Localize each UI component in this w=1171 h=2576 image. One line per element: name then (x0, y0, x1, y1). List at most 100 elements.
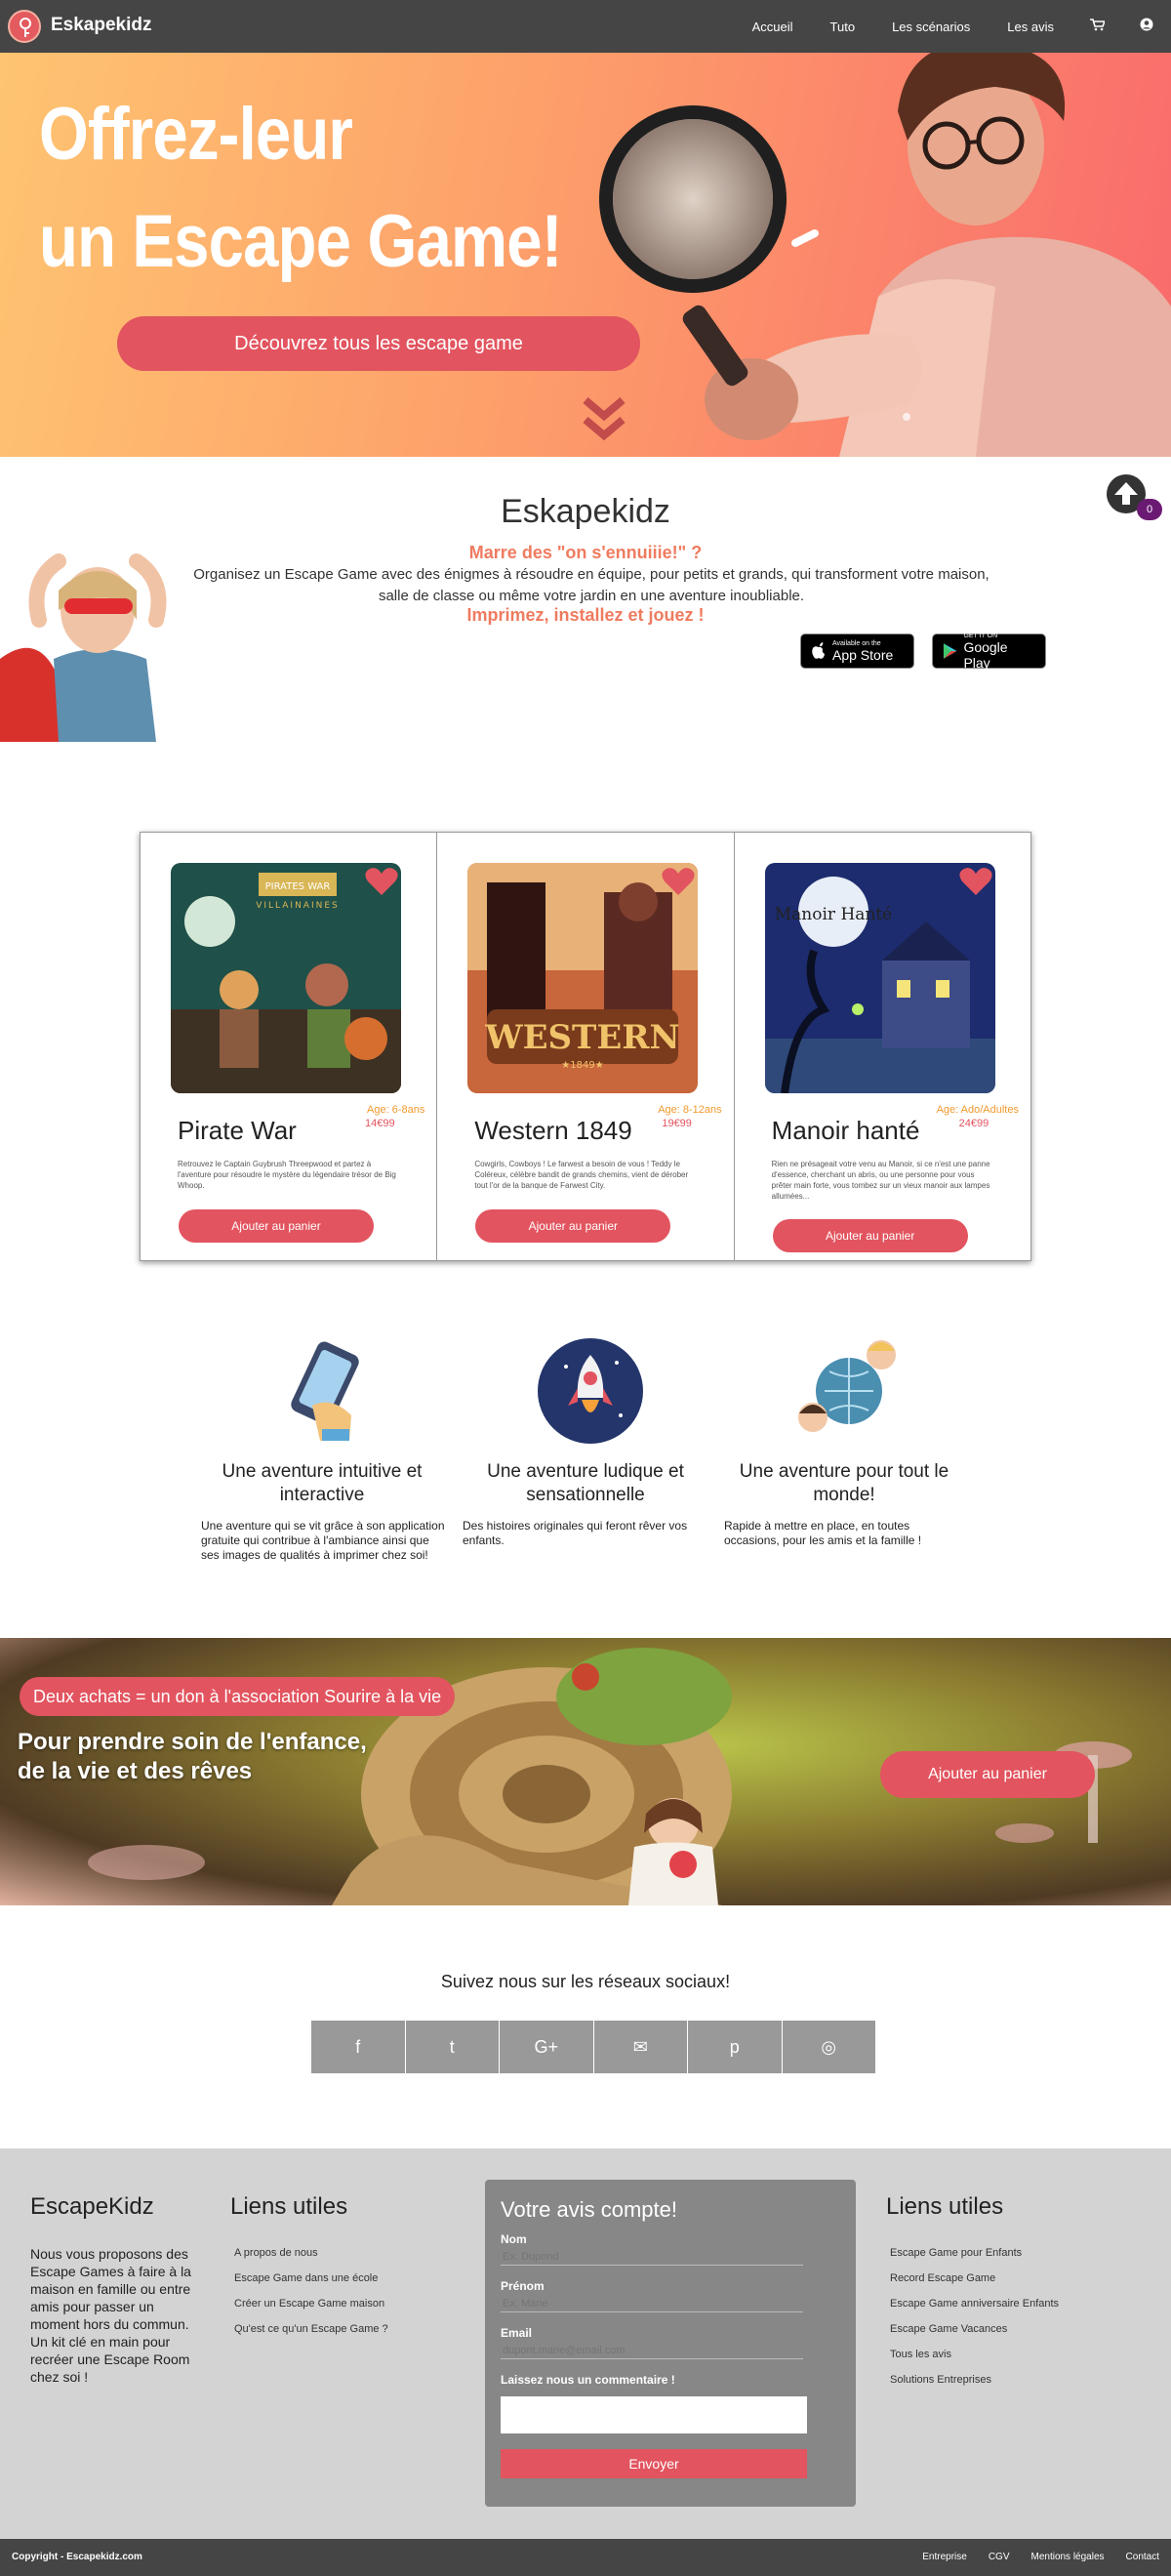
product-age: Age: 6-8ans (367, 1104, 425, 1116)
email-input[interactable] (501, 2342, 803, 2359)
footer-link[interactable]: A propos de nous (234, 2240, 388, 2266)
hero-banner: Offrez-leur un Escape Game! Découvrez to… (0, 53, 1171, 457)
bottom-link-entreprise[interactable]: Entreprise (901, 2552, 967, 2562)
favorite-heart-icon[interactable] (365, 867, 398, 896)
footer-link[interactable]: Créer un Escape Game maison (234, 2291, 388, 2316)
name-input[interactable] (501, 2248, 803, 2266)
app-store-button[interactable]: Available on the App Store (800, 634, 914, 669)
intro-title: Eskapekidz (501, 493, 670, 530)
charity-headline: Pour prendre soin de l'enfance, de la vi… (18, 1728, 367, 1786)
feature-title: Une aventure intuitive et interactive (222, 1461, 423, 1505)
nav-item-accueil[interactable]: Accueil (734, 20, 812, 34)
social-title: Suivez nous sur les réseaux sociaux! (440, 1972, 731, 1991)
review-form: Votre avis compte! Nom Prénom Email Lais… (485, 2180, 856, 2507)
cart-icon[interactable] (1072, 18, 1122, 35)
product-title[interactable]: Western 1849 (474, 1116, 631, 1146)
favorite-heart-icon[interactable] (959, 867, 992, 896)
add-to-cart-button[interactable]: Ajouter au panier (772, 1219, 968, 1252)
app-store-label: App Store (832, 646, 894, 663)
nav-item-avis[interactable]: Les avis (989, 20, 1072, 34)
facebook-icon[interactable]: f (311, 2021, 406, 2073)
pirate-war-image-title: PIRATES WAR (265, 881, 331, 892)
email-icon[interactable]: ✉ (593, 2021, 688, 2073)
comment-textarea[interactable] (501, 2396, 807, 2433)
google-plus-icon[interactable]: G+ (500, 2021, 594, 2073)
product-card-manoir-hante: Manoir Hanté Manoir hanté Age: Ado/Adult… (734, 833, 1030, 1260)
pinterest-icon[interactable]: p (688, 2021, 783, 2073)
intro-call: Imprimez, installez et jouez ! (466, 605, 705, 625)
product-card-pirate-war: PIRATES WAR VILLAINAINES Pirate War Age:… (141, 833, 438, 1260)
bottom-link-contact[interactable]: Contact (1105, 2552, 1159, 2562)
product-age: Age: 8-12ans (658, 1104, 722, 1116)
bottom-links: Entreprise CGV Mentions légales Contact (901, 2552, 1159, 2562)
footer-link[interactable]: Escape Game Vacances (890, 2316, 1059, 2342)
send-button[interactable]: Envoyer (501, 2449, 807, 2478)
user-icon[interactable] (1122, 18, 1171, 35)
charity-headline-line1: Pour prendre soin de l'enfance, (18, 1729, 367, 1755)
footer-links-title: Liens utiles (230, 2193, 348, 2220)
footer: EscapeKidz Nous vous proposons des Escap… (0, 2148, 1171, 2539)
nav-menu: Accueil Tuto Les scénarios Les avis (734, 0, 1171, 53)
footer-link[interactable]: Escape Game anniversaire Enfants (890, 2291, 1059, 2316)
footer-brand-title: EscapeKidz (30, 2193, 154, 2220)
firstname-label: Prénom (501, 2279, 545, 2293)
twitter-icon[interactable]: t (405, 2021, 500, 2073)
feature-text: Rapide à mettre en place, en toutes occa… (724, 1519, 922, 1547)
western-1849-image[interactable]: WESTERN ★1849★ (467, 863, 699, 1093)
google-play-button[interactable]: GET IT ON Google Play (932, 633, 1046, 671)
product-list: PIRATES WAR VILLAINAINES Pirate War Age:… (140, 832, 1031, 1261)
firstname-input[interactable] (501, 2295, 803, 2312)
footer-link[interactable]: Escape Game dans une école (234, 2266, 388, 2291)
globe-people-icon (798, 1340, 896, 1432)
superhero-girl-image (0, 553, 167, 742)
product-title[interactable]: Manoir hanté (772, 1116, 920, 1146)
pirate-war-image[interactable]: PIRATES WAR VILLAINAINES (171, 863, 401, 1093)
brand-logo-icon[interactable] (8, 10, 41, 43)
footer-link[interactable]: Solutions Entreprises (890, 2367, 1059, 2392)
brand-name[interactable]: Eskapekidz (51, 15, 152, 36)
scroll-down-chevron-icon[interactable] (582, 396, 626, 441)
comment-label: Laissez nous un commentaire ! (501, 2373, 675, 2387)
charity-badge: Deux achats = un don à l'association Sou… (20, 1677, 456, 1716)
feature-title: Une aventure ludique et sensationnelle (487, 1461, 684, 1505)
product-age: Age: Ado/Adultes (936, 1104, 1019, 1116)
bottom-bar: Copyright - Escapekidz.com Entreprise CG… (0, 2539, 1171, 2576)
bottom-link-mentions[interactable]: Mentions légales (1009, 2552, 1104, 2562)
feature-text: Des histoires originales qui feront rêve… (463, 1519, 688, 1547)
svg-text:Manoir Hanté: Manoir Hanté (774, 905, 892, 924)
intro-text: Organisez un Escape Game avec des énigme… (193, 566, 989, 604)
feature-title: Une aventure pour tout le monde! (739, 1461, 949, 1505)
svg-text:★1849★: ★1849★ (562, 1060, 604, 1071)
copyright: Copyright - Escapekidz.com (12, 2552, 142, 2562)
footer-links-title-2: Liens utiles (886, 2193, 1004, 2220)
product-card-western-1849: WESTERN ★1849★ Western 1849 Age: 8-12ans… (437, 833, 735, 1260)
product-price: 19€99 (662, 1118, 692, 1129)
footer-link[interactable]: Record Escape Game (890, 2266, 1059, 2291)
footer-link[interactable]: Tous les avis (890, 2342, 1059, 2367)
instagram-icon[interactable]: ◎ (782, 2021, 875, 2073)
rocket-icon (538, 1338, 643, 1444)
footer-links-list: A propos de nous Escape Game dans une éc… (234, 2240, 388, 2342)
nav-item-scenarios[interactable]: Les scénarios (873, 20, 989, 34)
discover-escape-games-button[interactable]: Découvrez tous les escape game (117, 316, 640, 371)
cart-count-badge: 0 (1137, 499, 1162, 520)
email-label: Email (501, 2326, 533, 2340)
banner-add-to-cart-button[interactable]: Ajouter au panier (880, 1751, 1095, 1798)
add-to-cart-button[interactable]: Ajouter au panier (475, 1209, 671, 1243)
product-price: 24€99 (958, 1118, 989, 1129)
feature-text: Une aventure qui se vit grâce à son appl… (201, 1519, 445, 1562)
nav-item-tuto[interactable]: Tuto (812, 20, 874, 34)
review-form-title: Votre avis compte! (501, 2197, 677, 2222)
favorite-heart-icon[interactable] (662, 867, 695, 896)
google-play-icon (943, 643, 957, 659)
footer-link[interactable]: Escape Game pour Enfants (890, 2240, 1059, 2266)
bottom-link-cgv[interactable]: CGV (967, 2552, 1010, 2562)
name-label: Nom (501, 2232, 527, 2246)
product-price: 14€99 (365, 1118, 395, 1129)
product-title[interactable]: Pirate War (178, 1116, 297, 1146)
manoir-hante-image[interactable]: Manoir Hanté (764, 863, 995, 1093)
footer-link[interactable]: Qu'est ce qu'un Escape Game ? (234, 2316, 388, 2342)
app-store-small-label: Available on the (832, 639, 881, 647)
add-to-cart-button[interactable]: Ajouter au panier (179, 1209, 374, 1243)
carousel-dot[interactable] (903, 413, 910, 421)
